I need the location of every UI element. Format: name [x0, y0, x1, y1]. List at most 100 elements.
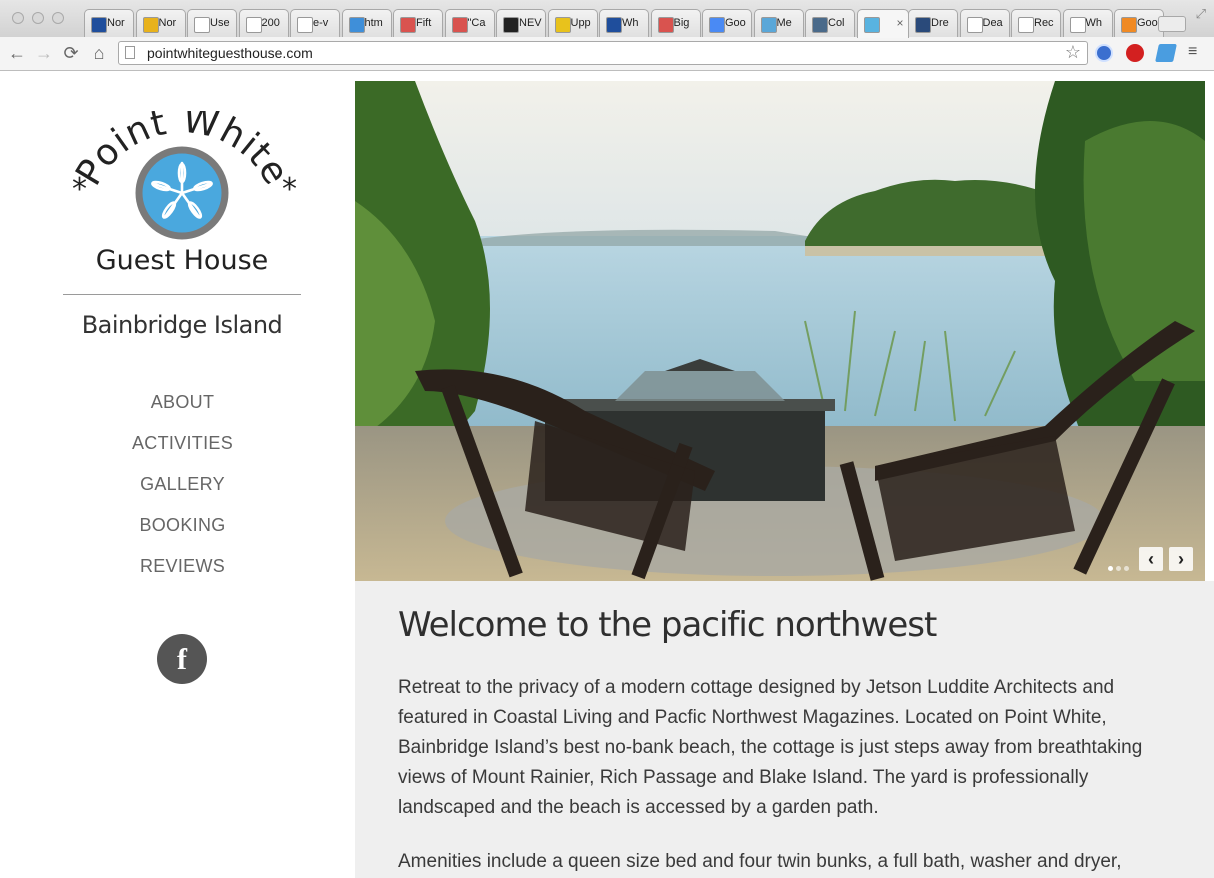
tab-label: Dea [982, 17, 1003, 29]
tab-label: Goo [725, 17, 746, 29]
new-tab-button[interactable] [1158, 16, 1186, 32]
tab-label: Col [828, 17, 845, 29]
tab-label: Upp [570, 17, 591, 29]
home-button[interactable]: ⌂ [88, 42, 110, 64]
tab-label: 200 [261, 17, 280, 29]
browser-tab[interactable]: Big [650, 9, 701, 37]
nav-booking[interactable]: BOOKING [60, 514, 305, 555]
main-nav: ABOUT ACTIVITIES GALLERY BOOKING REVIEWS [60, 391, 305, 596]
tab-favicon-icon [91, 17, 107, 33]
tab-favicon-icon [142, 17, 159, 33]
tab-favicon-icon [1018, 17, 1034, 33]
logo-graphic: Point White * * Guest House [68, 99, 297, 276]
tab-label: Fift [416, 17, 432, 29]
slider-dot[interactable] [1116, 566, 1121, 571]
nav-activities[interactable]: ACTIVITIES [60, 432, 305, 473]
svg-text:Guest House: Guest House [96, 245, 269, 276]
browser-tab[interactable]: Fift [393, 9, 443, 37]
slider-dot[interactable] [1108, 566, 1113, 571]
tab-favicon-icon [194, 17, 210, 33]
tab-label: Use [210, 17, 230, 29]
tab-label: Nor [158, 17, 177, 29]
browser-tab[interactable]: htm [341, 9, 392, 37]
browser-tab[interactable]: Use [187, 9, 237, 37]
minimize-window-button[interactable] [32, 12, 44, 24]
tab-favicon-icon [966, 17, 983, 33]
zoom-window-button[interactable] [52, 12, 64, 24]
chrome-menu-icon[interactable]: ≡ [1188, 43, 1197, 61]
location-title: Bainbridge Island [81, 311, 283, 339]
browser-tab[interactable]: Dea [959, 9, 1010, 37]
nav-gallery[interactable]: GALLERY [60, 473, 305, 514]
bookmark-star-icon[interactable]: ☆ [1065, 42, 1081, 63]
page: Point White * * Guest House Bainbridge I… [0, 71, 1214, 878]
tab-label: htm [364, 17, 383, 29]
logo[interactable]: Point White * * Guest House [60, 99, 305, 281]
browser-tab[interactable]: Wh [599, 9, 649, 37]
tab-label: NEV [519, 17, 542, 29]
extension-icon-2[interactable] [1126, 44, 1144, 62]
logo-divider [63, 294, 301, 295]
tab-favicon-icon [760, 17, 777, 33]
tab-strip: Nor Nor Use 200 e-v htm Fift "Ca NEV Upp Wh Big Goo M… [0, 0, 1214, 38]
extension-icon-1[interactable] [1095, 44, 1113, 62]
tab-label: "Ca [467, 17, 486, 29]
tab-label: e-v [313, 17, 329, 29]
tab-favicon-icon [606, 17, 622, 33]
tab-favicon-icon [554, 17, 571, 33]
close-window-button[interactable] [12, 12, 24, 24]
facebook-icon[interactable]: f [157, 634, 207, 684]
svg-text:*: * [72, 172, 87, 207]
slider-prev-button[interactable]: ‹ [1139, 547, 1163, 571]
browser-tab[interactable]: Dre [908, 9, 958, 37]
welcome-heading: Welcome to the pacific northwest [398, 605, 937, 645]
forward-button[interactable]: → [33, 42, 55, 64]
browser-toolbar: ← → ⟳ ⌂ pointwhiteguesthouse.com ☆ ≡ [0, 37, 1214, 71]
tab-favicon-icon [1069, 17, 1086, 33]
browser-tab[interactable]: × [856, 9, 909, 38]
back-button[interactable]: ← [6, 42, 28, 64]
nav-about[interactable]: ABOUT [60, 391, 305, 432]
tab-label: Dre [931, 17, 949, 29]
tab-label: Wh [622, 17, 639, 29]
url-text[interactable]: pointwhiteguesthouse.com [147, 45, 313, 61]
slider-dots[interactable] [1108, 558, 1132, 576]
tab-favicon-icon [863, 17, 880, 33]
browser-tab[interactable]: Nor [135, 9, 186, 37]
tab-label: Me [776, 17, 792, 29]
tab-label: Rec [1034, 17, 1054, 29]
tab-favicon-icon [348, 17, 365, 33]
amenities-paragraph: Amenities include a queen size bed and f… [398, 851, 1122, 872]
browser-tab[interactable]: e-v [290, 9, 340, 37]
browser-tab[interactable]: "Ca [444, 9, 495, 37]
fullscreen-icon[interactable]: ⤢ [1196, 6, 1206, 22]
browser-tab[interactable]: 200 [238, 9, 289, 37]
welcome-section: Welcome to the pacific northwest Retreat… [355, 581, 1214, 878]
tab-label: Big [673, 17, 690, 29]
browser-tab[interactable]: Upp [547, 9, 598, 37]
slider-next-button[interactable]: › [1169, 547, 1193, 571]
slider-dot[interactable] [1124, 566, 1129, 571]
hero-slider[interactable]: ‹ › [355, 81, 1205, 581]
extension-icon-3[interactable] [1155, 44, 1177, 62]
nav-reviews[interactable]: REVIEWS [60, 555, 305, 596]
address-bar[interactable]: pointwhiteguesthouse.com ☆ [118, 41, 1088, 65]
browser-tab[interactable]: NEV [496, 9, 546, 37]
browser-tab[interactable]: Goo [1114, 9, 1164, 37]
browser-tab[interactable]: Goo [702, 9, 752, 37]
browser-tab[interactable]: Rec [1011, 9, 1061, 37]
sidebar: Point White * * Guest House Bainbridge I… [0, 71, 355, 878]
tab-favicon-icon [451, 17, 468, 33]
tab-favicon-icon [1121, 17, 1137, 33]
tab-favicon-icon [657, 17, 674, 33]
tab-close-icon[interactable]: × [896, 16, 903, 30]
browser-tab[interactable]: Col [805, 9, 855, 37]
browser-tab[interactable]: Wh [1062, 9, 1113, 37]
browser-tab[interactable]: Me [753, 9, 804, 37]
reload-button[interactable]: ⟳ [60, 42, 82, 64]
page-icon [125, 46, 135, 59]
tab-favicon-icon [503, 17, 519, 33]
browser-tab[interactable]: Nor [84, 9, 134, 37]
tab-favicon-icon [400, 17, 416, 33]
svg-text:*: * [282, 172, 297, 207]
